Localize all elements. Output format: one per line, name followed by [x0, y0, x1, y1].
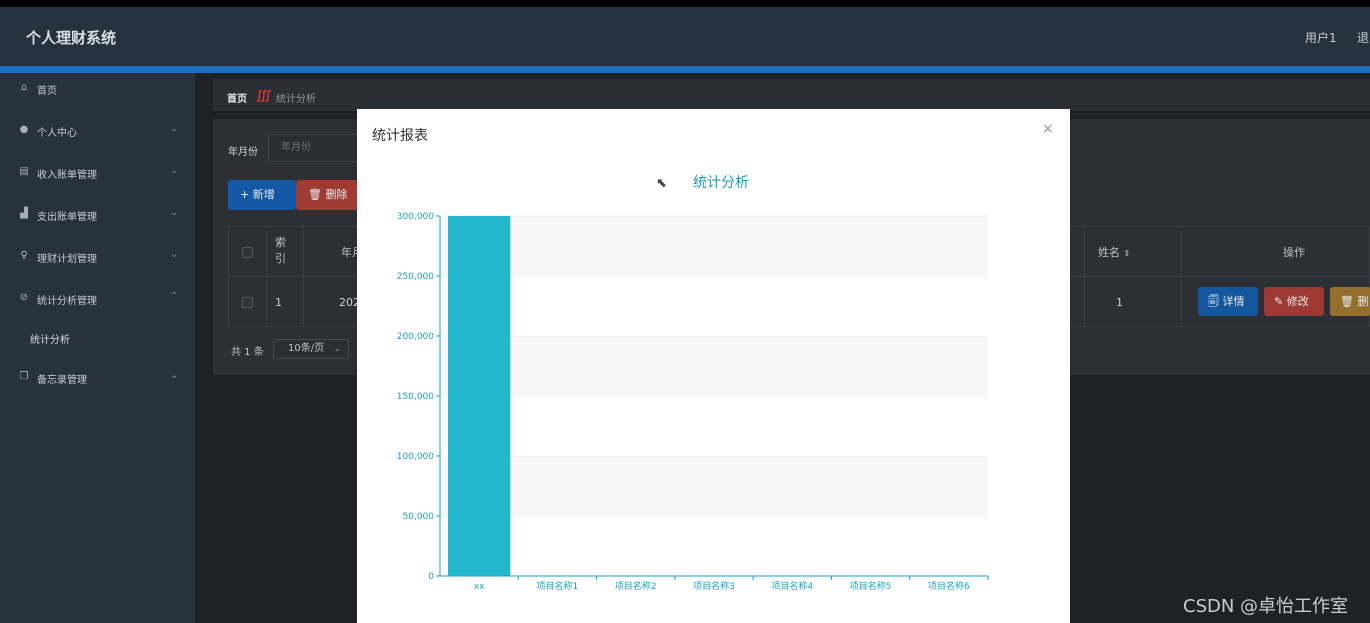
- chart-title: 统计分析: [693, 175, 749, 191]
- chevron-up-icon: ⌃: [170, 291, 179, 302]
- chevron-down-icon: ⌄: [170, 249, 179, 260]
- y-tick-label: 150,000: [397, 392, 434, 402]
- sidebar-item-label: 备忘录管理: [37, 375, 87, 386]
- column-header-index: 索引: [275, 236, 286, 265]
- column-divider: [303, 227, 304, 327]
- chevron-down-icon: ⌄: [333, 344, 341, 354]
- watermark: CSDN @卓怡工作室: [1183, 596, 1349, 617]
- copy-icon: ❐: [19, 371, 29, 382]
- top-strip: [0, 0, 1370, 7]
- y-tick-label: 100,000: [397, 452, 434, 462]
- accent-bar: [0, 66, 1370, 73]
- sidebar-item-income[interactable]: ▤ 收入账单管理 ⌄: [0, 157, 195, 187]
- x-tick-label: 项目名称4: [771, 580, 813, 592]
- y-tick-label: 0: [428, 572, 434, 582]
- column-header-name[interactable]: 姓名 ⇕: [1098, 244, 1130, 294]
- grid-band: [440, 336, 988, 396]
- edit-button[interactable]: ✎ 修改: [1264, 287, 1324, 316]
- sidebar-item-stats[interactable]: ⊘ 统计分析管理 ⌃: [0, 283, 195, 313]
- sort-icon[interactable]: ⇕: [1124, 249, 1131, 258]
- column-divider: [1084, 227, 1085, 327]
- sidebar-subitem-stats[interactable]: 统计分析: [30, 331, 190, 346]
- y-tick-label: 250,000: [397, 272, 434, 282]
- modal-title: 统计报表: [372, 128, 428, 144]
- grid-band: [440, 396, 988, 456]
- app-title: 个人理财系统: [26, 29, 117, 47]
- grid-band: [440, 516, 988, 576]
- grid-band: [440, 276, 988, 336]
- home-icon: ⌂: [20, 82, 28, 93]
- column-divider: [1181, 227, 1182, 327]
- sidebar-item-plan[interactable]: ♀ 理财计划管理 ⌄: [0, 241, 195, 271]
- sidebar-item-expense[interactable]: ▟ 支出账单管理 ⌄: [0, 199, 195, 229]
- sidebar-item-label: 收入账单管理: [37, 170, 97, 181]
- y-tick-label: 200,000: [397, 332, 434, 342]
- microphone-icon: ♀: [20, 250, 28, 261]
- x-tick-label: 项目名称5: [850, 580, 892, 592]
- cell-index: 1: [275, 296, 282, 309]
- sidebar-item-label: 支出账单管理: [37, 212, 97, 223]
- sidebar-item-profile[interactable]: ● 个人中心 ⌄: [0, 115, 195, 145]
- row-delete-button[interactable]: 🗑 删: [1330, 287, 1370, 316]
- bar: [448, 216, 511, 576]
- logout-link[interactable]: 退出: [1357, 29, 1370, 46]
- column-divider: [266, 227, 267, 327]
- delete-button[interactable]: 🗑 删除: [296, 180, 358, 210]
- sidebar-item-home[interactable]: ⌂ 首页: [0, 73, 195, 103]
- breadcrumb: 首页 ∭ 统计分析: [213, 79, 1370, 111]
- sidebar-item-label: 首页: [37, 86, 57, 97]
- y-tick-label: 300,000: [397, 212, 434, 222]
- select-all-checkbox[interactable]: [242, 247, 253, 258]
- chevron-down-icon: ⌄: [170, 207, 179, 218]
- x-tick-label: xx: [474, 582, 485, 592]
- document-icon: ▤: [19, 166, 29, 177]
- chevron-down-icon: ⌄: [170, 123, 179, 134]
- page-size-select[interactable]: 10条/页 ⌄: [273, 339, 349, 359]
- pager-total: 共 1 条: [231, 347, 264, 358]
- x-tick-label: 项目名称3: [693, 580, 735, 592]
- grid-band: [440, 216, 988, 276]
- thumb-icon: ▟: [20, 208, 28, 219]
- chart-icon: ⊘: [19, 292, 29, 303]
- y-tick-label: 50,000: [403, 512, 435, 522]
- chevron-down-icon: ⌄: [170, 370, 179, 381]
- breadcrumb-home[interactable]: 首页: [227, 90, 247, 105]
- x-tick-label: 项目名称6: [928, 580, 970, 592]
- page-size-value: 10条/页: [288, 343, 325, 354]
- breadcrumb-separator-icon: ∭: [256, 88, 272, 102]
- search-label: 年月份: [228, 147, 258, 158]
- user-icon: ●: [19, 124, 29, 135]
- grid-band: [440, 456, 988, 516]
- detail-button[interactable]: 🗐 详情: [1198, 287, 1258, 316]
- header: 个人理财系统 用户1 退出: [0, 7, 1370, 66]
- x-tick-label: 项目名称2: [615, 580, 657, 592]
- cell-name: 1: [1116, 296, 1123, 309]
- x-tick-label: 项目名称1: [537, 580, 579, 592]
- username[interactable]: 用户1: [1305, 29, 1337, 46]
- sidebar: ⌂ 首页 ● 个人中心 ⌄ ▤ 收入账单管理 ⌄ ▟ 支出账单管理 ⌄ ♀ 理财…: [0, 73, 195, 623]
- breadcrumb-current: 统计分析: [276, 94, 316, 105]
- close-icon[interactable]: ×: [1042, 121, 1054, 137]
- row-checkbox[interactable]: [242, 297, 253, 308]
- bar-chart: 0 50,000 100,000 150,000 200,000 250,000 300,0…: [397, 212, 989, 592]
- search-input[interactable]: 年月份: [268, 134, 363, 162]
- sidebar-item-label: 理财计划管理: [37, 254, 97, 265]
- report-modal: 统计报表 × ⬉ 统计分析 0 50,000 100,000 150,000 200,0…: [357, 109, 1070, 623]
- add-button[interactable]: + 新增: [228, 180, 296, 210]
- sidebar-item-label: 统计分析管理: [37, 296, 97, 307]
- chevron-down-icon: ⌄: [170, 165, 179, 176]
- sidebar-item-label: 个人中心: [37, 128, 77, 139]
- sidebar-item-memo[interactable]: ❐ 备忘录管理 ⌄: [0, 362, 195, 392]
